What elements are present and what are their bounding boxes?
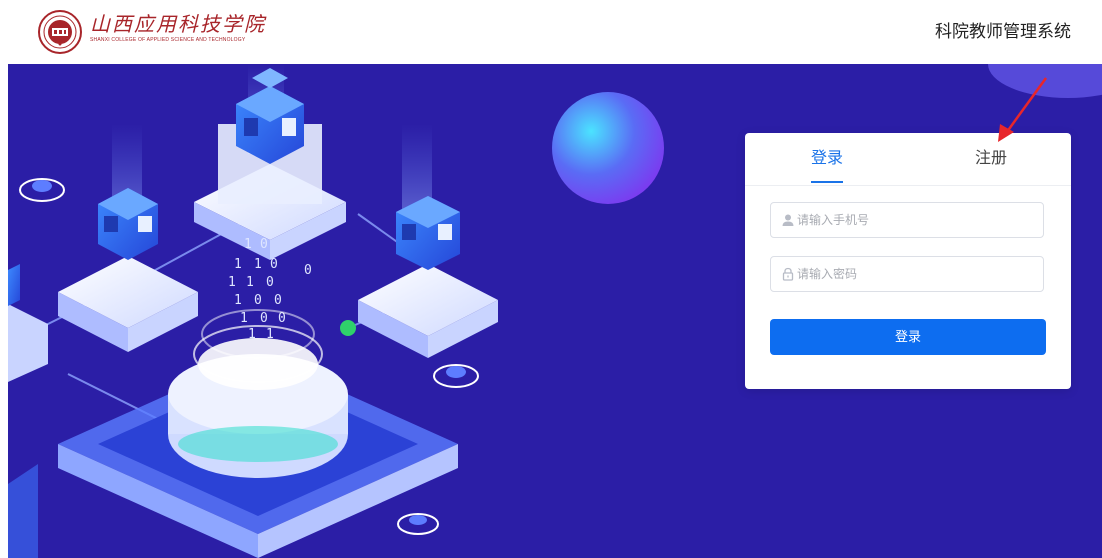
- binary-digit: 1: [254, 257, 262, 272]
- server-block-left: [58, 188, 198, 352]
- logo-chinese-name: 山西应用科技学院: [90, 12, 266, 36]
- login-card: 登录 注册 登录: [745, 133, 1071, 389]
- server-block-right: [358, 196, 498, 358]
- phone-field: [770, 202, 1044, 238]
- binary-digit: 0: [254, 293, 262, 308]
- binary-digit: 0: [270, 257, 278, 272]
- logo-english-name: SHANXI COLLEGE OF APPLIED SCIENCE AND TE…: [90, 37, 246, 43]
- binary-digit: 1: [240, 311, 248, 326]
- binary-digit: 1: [234, 257, 242, 272]
- binary-digit: 1: [234, 293, 242, 308]
- top-header: 山西应用科技学院 SHANXI COLLEGE OF APPLIED SCIEN…: [0, 0, 1102, 64]
- active-tab-indicator: [811, 181, 843, 183]
- password-field: [770, 256, 1044, 292]
- phone-input[interactable]: [797, 203, 1037, 237]
- tab-login[interactable]: 登录: [811, 147, 843, 169]
- binary-digit: 0: [274, 293, 282, 308]
- password-input[interactable]: [797, 257, 1037, 291]
- decorative-sphere: [552, 92, 664, 204]
- system-title: 科院教师管理系统: [935, 22, 1071, 42]
- binary-digit: 1: [228, 275, 236, 290]
- tab-register[interactable]: 注册: [975, 147, 1007, 169]
- user-icon: [782, 214, 794, 226]
- lock-icon: [782, 267, 794, 281]
- server-block-center: [194, 68, 346, 260]
- binary-digit: 0: [260, 237, 268, 252]
- college-seal-icon: [38, 10, 82, 54]
- auth-tabs: 登录 注册: [745, 133, 1071, 186]
- login-button[interactable]: 登录: [770, 319, 1046, 355]
- binary-digit: 1: [244, 237, 252, 252]
- binary-digit: 1: [246, 275, 254, 290]
- binary-digit: 0: [304, 263, 312, 278]
- binary-digit: 0: [260, 311, 268, 326]
- binary-digit: 0: [266, 275, 274, 290]
- college-logo-text: 山西应用科技学院 SHANXI COLLEGE OF APPLIED SCIEN…: [90, 12, 266, 52]
